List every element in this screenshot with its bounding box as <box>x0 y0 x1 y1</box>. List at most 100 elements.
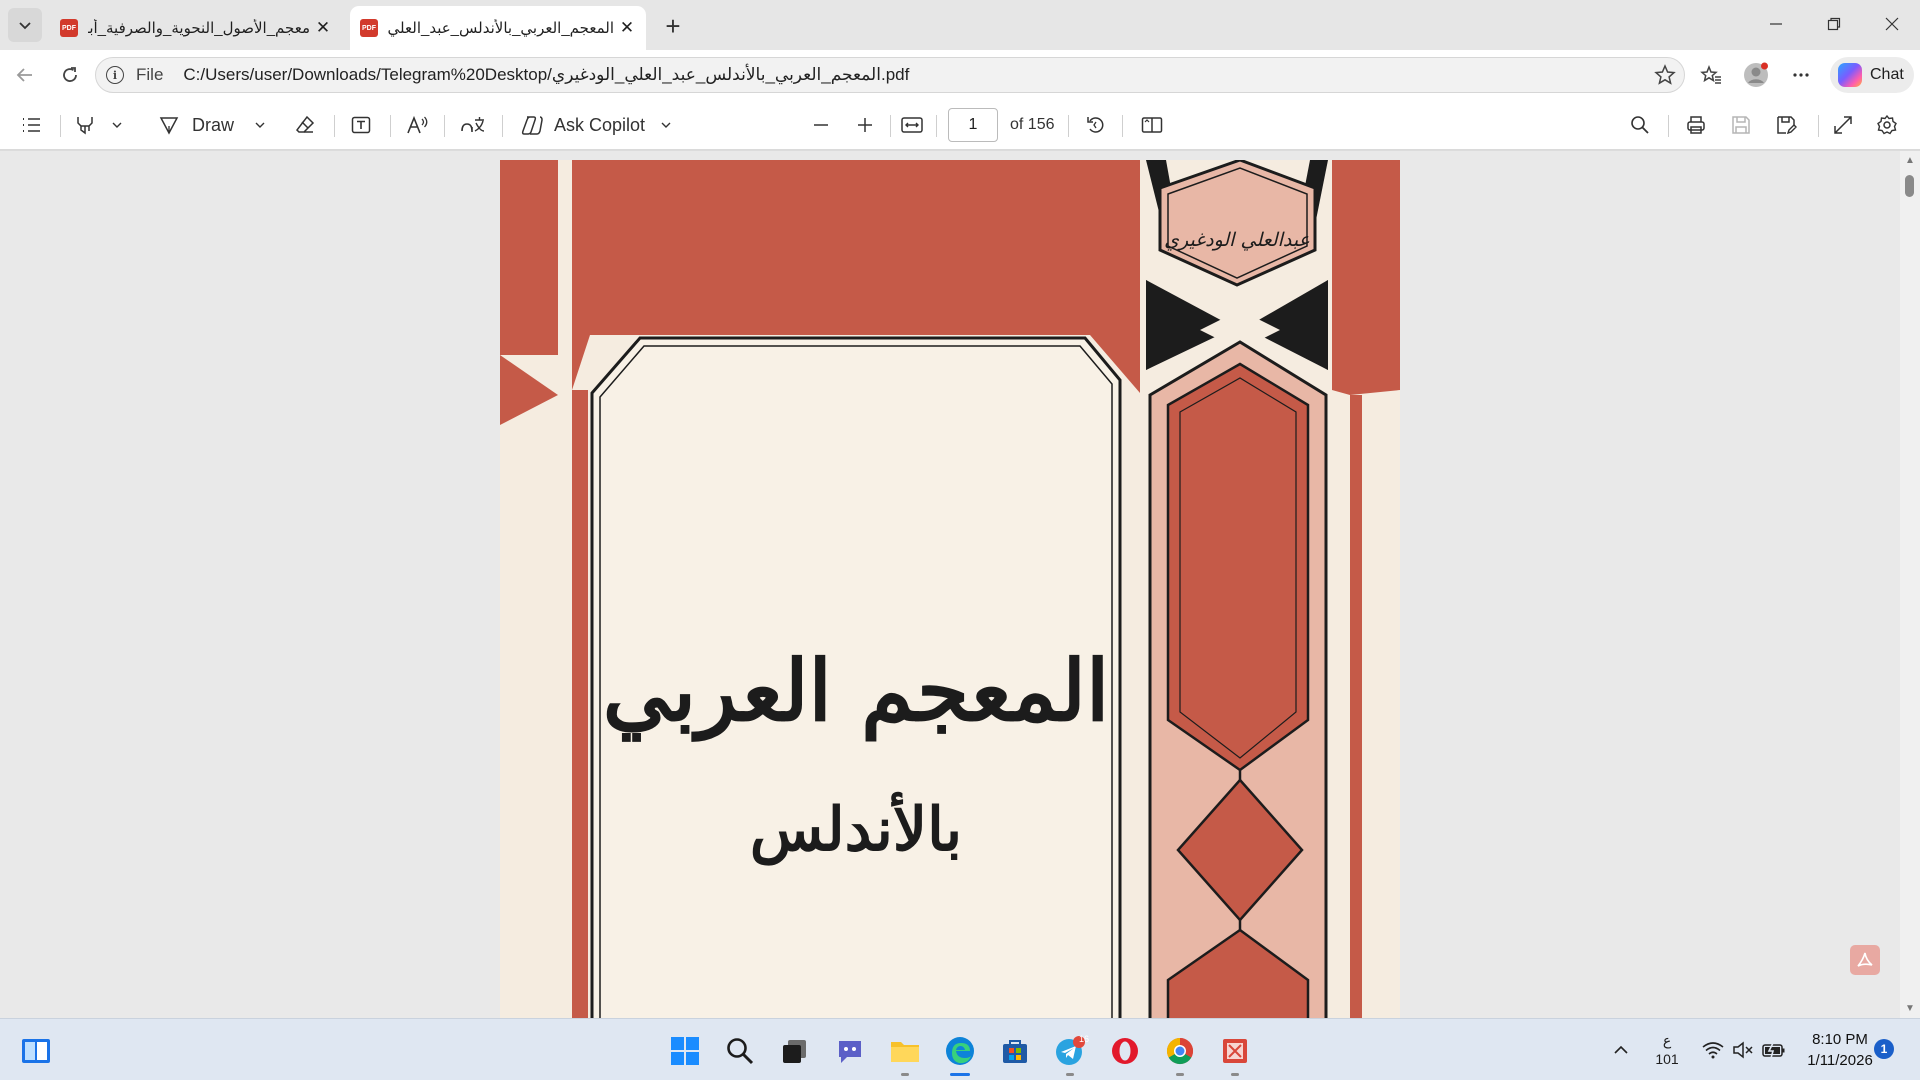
print-button[interactable] <box>1685 110 1707 140</box>
show-hidden-icons-button[interactable] <box>1612 1019 1630 1080</box>
copilot-icon <box>1838 63 1862 87</box>
chat-teams-button[interactable] <box>830 1031 870 1071</box>
rotate-icon <box>1087 117 1104 133</box>
acrobat-icon[interactable] <box>1850 945 1880 975</box>
text-box-icon <box>351 116 371 134</box>
close-window-button[interactable] <box>1872 8 1912 40</box>
find-button[interactable] <box>1629 110 1651 140</box>
widgets-button[interactable] <box>16 1031 56 1071</box>
navigation-bar: i File C:/Users/user/Downloads/Telegram%… <box>0 50 1920 100</box>
book-cover-art: عبدالعلي الودغيري المعجم العربي بالأندلس <box>500 160 1400 1018</box>
search-button[interactable] <box>720 1031 760 1071</box>
minus-icon <box>814 124 828 126</box>
pdf-icon: PDF <box>360 19 378 37</box>
avatar-icon <box>1744 62 1768 87</box>
pdf-app-button[interactable] <box>1215 1031 1255 1076</box>
zoom-out-button[interactable] <box>811 110 831 140</box>
highlight-options-dropdown[interactable] <box>110 110 124 140</box>
add-text-button[interactable] <box>350 110 372 140</box>
edge-browser-button[interactable] <box>940 1031 980 1076</box>
read-aloud-icon <box>407 115 428 134</box>
draw-label: Draw <box>192 114 235 135</box>
address-bar[interactable]: i File C:/Users/user/Downloads/Telegram%… <box>95 57 1685 93</box>
translate-button[interactable] <box>460 110 486 140</box>
clock[interactable]: 8:10 PM 1/11/2026 <box>1800 1029 1880 1071</box>
taskbar: 16 ع 101 8:10 PM 1/11/2026 1 <box>0 1018 1920 1080</box>
notification-badge[interactable]: 1 <box>1874 1039 1894 1059</box>
draw-pen-icon <box>159 117 179 135</box>
contents-button[interactable] <box>20 110 42 140</box>
chrome-button[interactable] <box>1160 1031 1200 1076</box>
volume-button[interactable] <box>1732 1019 1754 1080</box>
ask-copilot-label: Ask Copilot <box>554 114 646 135</box>
tab-arabic-dictionary-pdf[interactable]: PDF المعجم_العربي_بالأندلس_عبد_العلي_ ✕ <box>350 6 646 50</box>
more-options-button[interactable] <box>1785 59 1817 91</box>
pdf-app-icon <box>1223 1039 1247 1063</box>
scroll-thumb[interactable] <box>1905 175 1914 197</box>
settings-button[interactable] <box>1876 110 1898 140</box>
volume-muted-icon <box>1733 1041 1753 1059</box>
save-button[interactable] <box>1730 110 1752 140</box>
draw-button[interactable]: Draw <box>158 110 234 140</box>
restore-button[interactable] <box>1814 8 1854 40</box>
copilot-chat-button[interactable]: Chat <box>1830 57 1914 93</box>
start-button[interactable] <box>665 1031 705 1071</box>
refresh-button[interactable] <box>54 59 86 91</box>
task-view-icon <box>783 1040 806 1063</box>
zoom-in-button[interactable] <box>855 110 875 140</box>
back-button[interactable] <box>9 59 41 91</box>
page-number-input[interactable]: 1 <box>948 108 998 142</box>
restore-icon <box>1827 17 1841 31</box>
task-view-button[interactable] <box>775 1031 815 1071</box>
battery-button[interactable] <box>1762 1019 1786 1080</box>
save-as-button[interactable] <box>1775 110 1797 140</box>
highlight-button[interactable] <box>74 110 96 140</box>
fullscreen-button[interactable] <box>1832 110 1854 140</box>
language-code: 101 <box>1655 1051 1679 1067</box>
tab-actions-menu-button[interactable] <box>8 8 42 42</box>
wifi-icon <box>1702 1042 1724 1059</box>
read-aloud-button[interactable] <box>406 110 430 140</box>
fit-to-width-button[interactable] <box>900 110 924 140</box>
draw-options-dropdown[interactable] <box>253 110 267 140</box>
page-view-button[interactable] <box>1140 110 1164 140</box>
pdf-viewer[interactable]: عبدالعلي الودغيري المعجم العربي بالأندلس <box>0 151 1920 1018</box>
close-icon[interactable]: ✕ <box>314 18 332 37</box>
input-language-indicator[interactable]: ع 101 <box>1652 1031 1682 1069</box>
ask-copilot-button[interactable]: Ask Copilot <box>520 110 673 140</box>
vertical-scrollbar[interactable]: ▲ ▼ <box>1900 151 1920 1018</box>
erase-button[interactable] <box>294 110 316 140</box>
close-icon[interactable]: ✕ <box>618 18 636 37</box>
translate-icon <box>461 117 485 132</box>
url-text[interactable]: C:/Users/user/Downloads/Telegram%20Deskt… <box>183 65 909 85</box>
scroll-up-arrow[interactable]: ▲ <box>1904 155 1916 166</box>
microsoft-store-button[interactable] <box>995 1031 1035 1071</box>
clock-time: 8:10 PM <box>1812 1031 1868 1048</box>
favorite-star-icon[interactable] <box>1654 64 1676 86</box>
network-button[interactable] <box>1702 1019 1724 1080</box>
file-explorer-button[interactable] <box>885 1031 925 1076</box>
telegram-badge: 16 <box>1078 1034 1089 1044</box>
chat-bubble-icon <box>839 1041 861 1063</box>
opera-button[interactable] <box>1105 1031 1145 1071</box>
language-char: ع <box>1662 1032 1672 1048</box>
minimize-button[interactable] <box>1756 8 1796 40</box>
telegram-button[interactable]: 16 <box>1050 1031 1090 1076</box>
gear-icon <box>1877 114 1897 135</box>
favorites-button[interactable] <box>1695 59 1727 91</box>
clock-date: 1/11/2026 <box>1807 1052 1873 1069</box>
printer-icon <box>1687 116 1705 134</box>
new-tab-button[interactable]: + <box>658 12 688 42</box>
chrome-icon <box>1166 1037 1194 1065</box>
widgets-icon <box>22 1039 50 1063</box>
edge-icon <box>946 1037 974 1065</box>
info-icon[interactable]: i <box>106 66 124 84</box>
store-bag-icon <box>1003 1040 1027 1063</box>
tab-arabic-grammar-pdf[interactable]: PDF معجم_الأصول_النحوية_والصرفية_أبو ✕ <box>50 6 342 50</box>
search-icon <box>1631 116 1649 134</box>
chevron-up-icon <box>1614 1045 1628 1054</box>
copilot-outline-icon <box>521 116 543 135</box>
rotate-button[interactable] <box>1085 110 1107 140</box>
scroll-down-arrow[interactable]: ▼ <box>1904 1003 1916 1014</box>
profile-button[interactable] <box>1740 59 1772 91</box>
